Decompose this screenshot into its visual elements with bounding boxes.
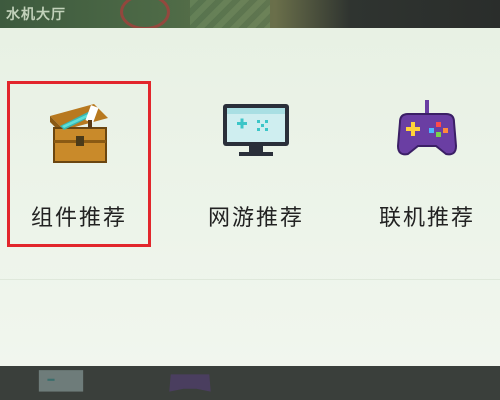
gamepad-icon (396, 100, 458, 156)
tile-multiplayer-recommend[interactable]: 联机推荐 (358, 84, 496, 244)
tile-label: 联机推荐 (378, 206, 475, 231)
tile-label: 组件推荐 (30, 206, 127, 231)
background-gamepad-icon (169, 374, 211, 392)
background-footer-strip (0, 366, 500, 400)
background-title: 水机大厅 (6, 7, 66, 23)
monitor-icon (223, 104, 289, 156)
background-monitor-icon (38, 370, 84, 392)
sheet-divider (0, 279, 500, 280)
tile-component-recommend[interactable]: 组件推荐 (7, 81, 151, 247)
background-red-mark (120, 0, 170, 30)
tile-label: 网游推荐 (207, 206, 304, 231)
tile-online-game-recommend[interactable]: 网游推荐 (187, 84, 325, 244)
recommendation-menu-sheet: 组件推荐 网游推荐 联机推荐 (0, 28, 500, 366)
treasure-chest-icon (50, 104, 108, 163)
